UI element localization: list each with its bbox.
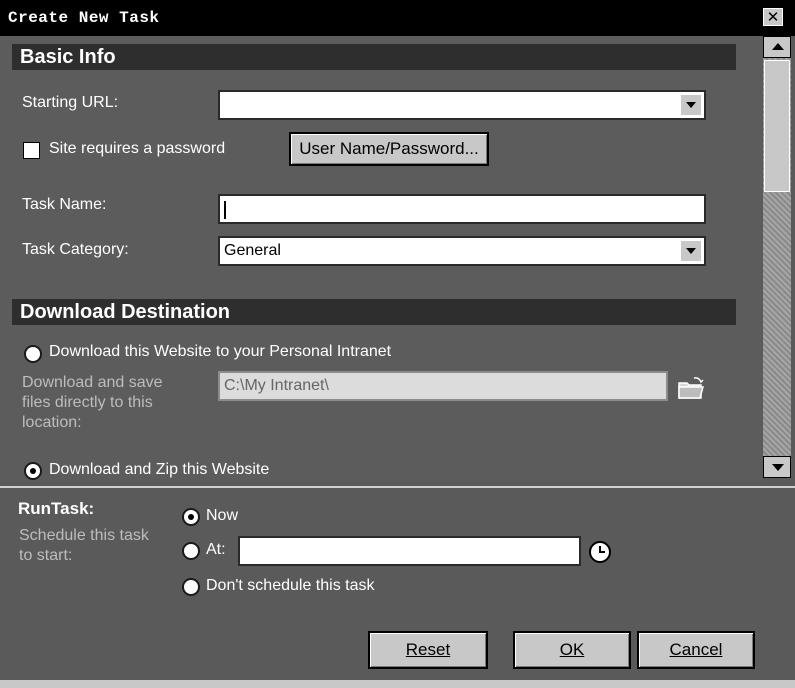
radio-download-intranet[interactable] [24,345,42,363]
cancel-button[interactable]: Cancel [637,631,755,669]
task-name-label: Task Name: [22,196,107,213]
dont-schedule-label: Don't schedule this task [206,577,375,594]
radio-run-now[interactable] [182,508,200,526]
schedule-desc-line2: to start: [19,547,73,564]
location-label-line1: Download and save [22,374,163,391]
starting-url-dropdown-button[interactable] [680,94,702,116]
cancel-button-label: Cancel [669,640,723,659]
scroll-down-button[interactable] [763,456,791,478]
task-form-panel: Basic Info Starting URL: Site requires a… [0,36,762,482]
ok-button[interactable]: OK [513,631,631,669]
task-category-label: Task Category: [22,241,129,258]
close-button[interactable]: ✕ [763,8,783,26]
starting-url-combobox[interactable] [218,90,706,120]
scroll-thumb[interactable] [764,60,790,192]
download-intranet-label: Download this Website to your Personal I… [49,343,392,360]
text-caret [224,201,226,219]
task-category-dropdown-button[interactable] [680,240,702,262]
starting-url-label: Starting URL: [22,94,119,111]
username-password-button[interactable]: User Name/Password... [289,132,489,166]
section-divider [0,486,795,488]
task-name-input[interactable] [218,194,706,224]
ok-button-label: OK [559,640,585,659]
run-at-time-input[interactable] [238,536,581,566]
clock-icon[interactable] [588,540,612,564]
location-label-line2: files directly to this [22,394,153,411]
reset-button[interactable]: Reset [368,631,488,669]
schedule-desc-line1: Schedule this task [19,527,149,544]
vertical-scrollbar[interactable] [763,36,791,478]
window-title: Create New Task [8,9,160,27]
radio-download-zip[interactable] [24,462,42,480]
folder-open-icon[interactable] [676,375,706,401]
radio-run-at[interactable] [182,542,200,560]
download-zip-label: Download and Zip this Website [49,461,270,478]
task-category-value: General [224,242,281,259]
task-category-select[interactable]: General [218,236,706,266]
run-now-label: Now [206,507,239,524]
download-location-input[interactable]: C:\My Intranet\ [218,371,668,401]
location-label-line3: location: [22,414,82,431]
run-at-label: At: [206,541,226,558]
basic-info-heading: Basic Info [12,44,736,70]
scroll-up-button[interactable] [763,36,791,58]
password-checkbox[interactable] [23,142,40,159]
download-destination-heading: Download Destination [12,299,736,325]
taskbar-strip [0,680,795,688]
run-task-heading: RunTask: [18,499,95,518]
password-label: Site requires a password [49,140,226,157]
reset-button-label: Reset [405,640,451,659]
radio-dont-schedule[interactable] [182,578,200,596]
